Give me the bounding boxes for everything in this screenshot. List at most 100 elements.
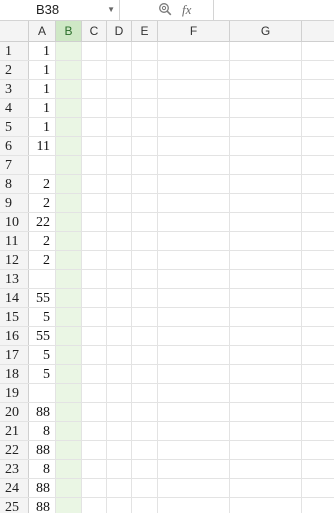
cell-extra[interactable] [302, 270, 334, 288]
cell-b[interactable] [56, 346, 82, 364]
cell-d[interactable] [107, 498, 132, 513]
cell-d[interactable] [107, 251, 132, 269]
cell-f[interactable] [158, 61, 230, 79]
name-box[interactable]: B38 ▼ [0, 0, 120, 20]
row-header[interactable]: 14 [0, 289, 29, 307]
cell-a[interactable] [29, 270, 56, 288]
cell-c[interactable] [82, 251, 107, 269]
cell-extra[interactable] [302, 460, 334, 478]
cell-f[interactable] [158, 308, 230, 326]
row-header[interactable]: 21 [0, 422, 29, 440]
cell-f[interactable] [158, 422, 230, 440]
cell-b[interactable] [56, 232, 82, 250]
column-header-a[interactable]: A [29, 21, 56, 41]
cell-extra[interactable] [302, 308, 334, 326]
cell-e[interactable] [132, 251, 158, 269]
row-header[interactable]: 6 [0, 137, 29, 155]
formula-input[interactable] [214, 0, 334, 20]
cell-g[interactable] [230, 61, 302, 79]
cell-extra[interactable] [302, 422, 334, 440]
cell-e[interactable] [132, 289, 158, 307]
cell-g[interactable] [230, 308, 302, 326]
column-header-c[interactable]: C [82, 21, 107, 41]
cell-g[interactable] [230, 251, 302, 269]
cell-e[interactable] [132, 232, 158, 250]
cell-e[interactable] [132, 175, 158, 193]
cell-b[interactable] [56, 156, 82, 174]
cell-extra[interactable] [302, 42, 334, 60]
cell-c[interactable] [82, 498, 107, 513]
cell-e[interactable] [132, 156, 158, 174]
row-header[interactable]: 1 [0, 42, 29, 60]
cell-a[interactable]: 1 [29, 42, 56, 60]
cell-g[interactable] [230, 99, 302, 117]
row-header[interactable]: 16 [0, 327, 29, 345]
cell-extra[interactable] [302, 498, 334, 513]
cell-c[interactable] [82, 175, 107, 193]
cell-d[interactable] [107, 194, 132, 212]
cell-b[interactable] [56, 422, 82, 440]
cell-f[interactable] [158, 346, 230, 364]
cell-b[interactable] [56, 80, 82, 98]
row-header[interactable]: 15 [0, 308, 29, 326]
cell-g[interactable] [230, 137, 302, 155]
cell-g[interactable] [230, 384, 302, 402]
cell-g[interactable] [230, 422, 302, 440]
cell-a[interactable]: 1 [29, 61, 56, 79]
cell-d[interactable] [107, 213, 132, 231]
cell-a[interactable]: 1 [29, 80, 56, 98]
cell-f[interactable] [158, 479, 230, 497]
cell-c[interactable] [82, 479, 107, 497]
cell-extra[interactable] [302, 156, 334, 174]
cell-b[interactable] [56, 441, 82, 459]
cell-e[interactable] [132, 460, 158, 478]
cell-b[interactable] [56, 61, 82, 79]
cell-g[interactable] [230, 270, 302, 288]
cell-b[interactable] [56, 194, 82, 212]
cell-f[interactable] [158, 156, 230, 174]
cell-extra[interactable] [302, 99, 334, 117]
cell-extra[interactable] [302, 479, 334, 497]
cell-b[interactable] [56, 42, 82, 60]
cell-f[interactable] [158, 213, 230, 231]
cell-d[interactable] [107, 289, 132, 307]
cell-c[interactable] [82, 403, 107, 421]
column-header-f[interactable]: F [158, 21, 230, 41]
cell-g[interactable] [230, 346, 302, 364]
row-header[interactable]: 22 [0, 441, 29, 459]
select-all-corner[interactable] [0, 21, 29, 41]
cell-f[interactable] [158, 232, 230, 250]
cell-d[interactable] [107, 422, 132, 440]
cell-extra[interactable] [302, 384, 334, 402]
zoom-icon[interactable] [158, 2, 172, 16]
cell-e[interactable] [132, 308, 158, 326]
cell-d[interactable] [107, 327, 132, 345]
cell-d[interactable] [107, 308, 132, 326]
row-header[interactable]: 4 [0, 99, 29, 117]
cell-b[interactable] [56, 479, 82, 497]
cell-a[interactable]: 1 [29, 118, 56, 136]
cell-c[interactable] [82, 80, 107, 98]
cell-g[interactable] [230, 479, 302, 497]
column-header-g[interactable]: G [230, 21, 302, 41]
cell-extra[interactable] [302, 213, 334, 231]
cell-f[interactable] [158, 289, 230, 307]
fx-icon[interactable]: fx [182, 0, 191, 19]
cell-c[interactable] [82, 61, 107, 79]
cell-b[interactable] [56, 327, 82, 345]
row-header[interactable]: 5 [0, 118, 29, 136]
cell-d[interactable] [107, 270, 132, 288]
cell-e[interactable] [132, 479, 158, 497]
cell-f[interactable] [158, 365, 230, 383]
cell-c[interactable] [82, 289, 107, 307]
cell-c[interactable] [82, 441, 107, 459]
cell-e[interactable] [132, 422, 158, 440]
cell-d[interactable] [107, 403, 132, 421]
cell-b[interactable] [56, 175, 82, 193]
cell-extra[interactable] [302, 251, 334, 269]
cell-f[interactable] [158, 327, 230, 345]
cell-f[interactable] [158, 118, 230, 136]
cell-e[interactable] [132, 403, 158, 421]
cell-d[interactable] [107, 80, 132, 98]
cell-d[interactable] [107, 42, 132, 60]
